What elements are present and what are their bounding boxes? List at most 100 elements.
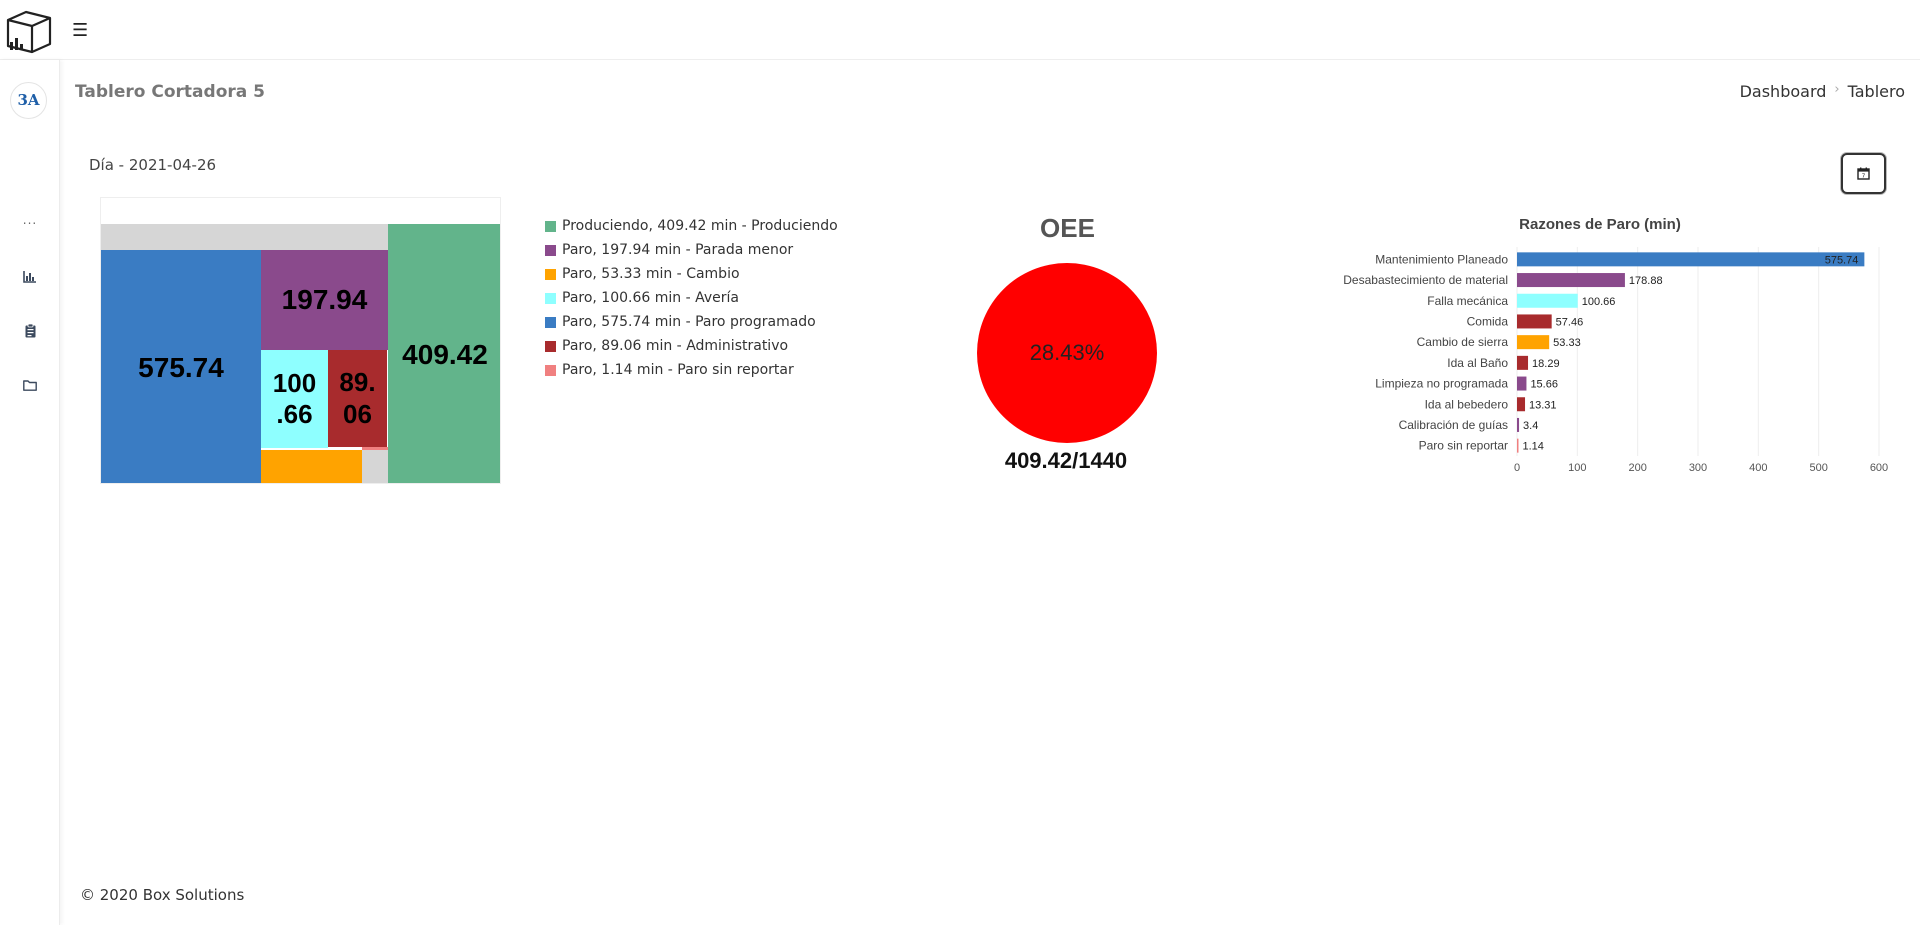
bar-value-label: 1.14 bbox=[1523, 441, 1544, 453]
x-tick-label: 300 bbox=[1689, 462, 1707, 474]
clipboard-icon bbox=[25, 324, 35, 338]
more-dots: ... bbox=[22, 213, 38, 227]
legend-text: Paro, 53.33 min - Cambio bbox=[562, 266, 740, 282]
legend-item[interactable]: Paro, 1.14 min - Paro sin reportar bbox=[545, 358, 845, 382]
treemap-tile-paro-programado[interactable]: 575.74 bbox=[101, 250, 261, 483]
treemap-top-gray-band bbox=[101, 224, 388, 250]
sidebar: 3A ... bbox=[0, 60, 60, 925]
bar-value-label: 100.66 bbox=[1582, 296, 1616, 308]
box-logo-icon[interactable] bbox=[4, 8, 54, 54]
breadcrumb-chevron-icon: › bbox=[1834, 82, 1840, 97]
bar[interactable] bbox=[1517, 438, 1519, 453]
legend-item[interactable]: Produciendo, 409.42 min - Produciendo bbox=[545, 214, 845, 238]
treemap-tile-produciendo[interactable]: 409.42 bbox=[388, 224, 500, 483]
legend-item[interactable]: Paro, 89.06 min - Administrativo bbox=[545, 334, 845, 358]
bar-value-label: 57.46 bbox=[1556, 316, 1584, 328]
category-label: Calibración de guías bbox=[1399, 418, 1508, 432]
bar-value-label: 575.74 bbox=[1825, 254, 1859, 266]
breadcrumb-current: Tablero bbox=[1847, 82, 1905, 101]
bar[interactable] bbox=[1517, 417, 1520, 432]
oee-circle: 28.43% bbox=[977, 263, 1157, 443]
avatar-text: 3A bbox=[17, 91, 40, 109]
sidebar-item-files[interactable] bbox=[0, 370, 60, 400]
legend-swatch bbox=[545, 269, 556, 280]
bar[interactable] bbox=[1517, 314, 1552, 329]
treemap-tile-label: 100 .66 bbox=[272, 367, 317, 429]
treemap-tile-label: 575.74 bbox=[138, 351, 224, 383]
breadcrumb: Dashboard › Tablero bbox=[1740, 82, 1905, 101]
legend-text: Paro, 89.06 min - Administrativo bbox=[562, 338, 789, 354]
bar[interactable] bbox=[1517, 252, 1865, 267]
oee-title: OEE bbox=[1040, 213, 1095, 243]
sidebar-item-reports[interactable] bbox=[0, 316, 60, 346]
bar[interactable] bbox=[1517, 355, 1529, 370]
legend-swatch bbox=[545, 341, 556, 352]
category-label: Falla mecánica bbox=[1427, 294, 1508, 308]
treemap-gray-remainder bbox=[362, 450, 388, 483]
footer-copyright: © 2020 Box Solutions bbox=[80, 886, 245, 904]
category-label: Cambio de sierra bbox=[1417, 335, 1509, 349]
category-label: Desabastecimiento de material bbox=[1343, 273, 1508, 287]
x-tick-label: 500 bbox=[1809, 462, 1827, 474]
hamburger-menu-icon[interactable]: ☰ bbox=[72, 20, 88, 41]
x-tick-label: 0 bbox=[1514, 462, 1520, 474]
folder-icon bbox=[23, 379, 37, 391]
legend-swatch bbox=[545, 365, 556, 376]
bar-value-label: 3.4 bbox=[1523, 420, 1538, 432]
sidebar-more[interactable]: ... bbox=[0, 205, 60, 235]
avatar[interactable]: 3A bbox=[10, 82, 47, 119]
bar-value-label: 53.33 bbox=[1553, 337, 1581, 349]
oee-ratio: 409.42/1440 bbox=[1004, 448, 1128, 473]
legend-item[interactable]: Paro, 53.33 min - Cambio bbox=[545, 262, 845, 286]
bar[interactable] bbox=[1517, 335, 1550, 350]
bar[interactable] bbox=[1517, 376, 1527, 391]
bar-value-label: 13.31 bbox=[1529, 399, 1557, 411]
day-label: Día - 2021-04-26 bbox=[89, 156, 217, 174]
stop-reasons-bar-chart: Razones de Paro (min) 0 100 200 300 400 500 600… bbox=[1343, 216, 1888, 474]
treemap-tile-parada-menor[interactable]: 197.94 bbox=[261, 250, 388, 350]
page-title: Tablero Cortadora 5 bbox=[75, 82, 265, 102]
x-tick-label: 400 bbox=[1749, 462, 1767, 474]
bar[interactable] bbox=[1517, 273, 1625, 288]
category-label: Ida al Baño bbox=[1447, 356, 1508, 370]
treemap-legend: Produciendo, 409.42 min - Produciendo Pa… bbox=[545, 214, 845, 382]
category-label: Paro sin reportar bbox=[1419, 439, 1508, 453]
treemap-tile-cambio[interactable] bbox=[261, 450, 362, 483]
category-label: Comida bbox=[1467, 314, 1509, 328]
legend-swatch bbox=[545, 317, 556, 328]
x-tick-label: 600 bbox=[1870, 462, 1888, 474]
top-bar: ☰ bbox=[0, 0, 1920, 60]
legend-swatch bbox=[545, 245, 556, 256]
bar-value-label: 15.66 bbox=[1530, 379, 1558, 391]
category-label: Mantenimiento Planeado bbox=[1375, 252, 1508, 266]
legend-item[interactable]: Paro, 100.66 min - Avería bbox=[545, 286, 845, 310]
legend-swatch bbox=[545, 293, 556, 304]
bar[interactable] bbox=[1517, 397, 1526, 412]
legend-swatch bbox=[545, 221, 556, 232]
x-tick-label: 100 bbox=[1568, 462, 1586, 474]
legend-item[interactable]: Paro, 197.94 min - Parada menor bbox=[545, 238, 845, 262]
x-tick-label: 200 bbox=[1628, 462, 1646, 474]
treemap-tile-label: 89. 06 bbox=[339, 367, 376, 429]
treemap-tile-averia[interactable]: 100 .66 bbox=[261, 350, 328, 448]
category-label: Limpieza no programada bbox=[1375, 377, 1508, 391]
treemap-tile-label: 409.42 bbox=[402, 338, 488, 370]
status-treemap: 575.74 197.94 100 .66 89. 06 409.42 bbox=[100, 197, 501, 484]
legend-item[interactable]: Paro, 575.74 min - Paro programado bbox=[545, 310, 845, 334]
sidebar-item-charts[interactable] bbox=[0, 262, 60, 292]
calendar-button[interactable]: 7 bbox=[1841, 153, 1886, 194]
bar-value-label: 18.29 bbox=[1532, 358, 1560, 370]
legend-text: Paro, 575.74 min - Paro programado bbox=[562, 314, 816, 330]
legend-text: Paro, 1.14 min - Paro sin reportar bbox=[562, 362, 794, 378]
category-label: Ida al bebedero bbox=[1425, 397, 1509, 411]
treemap-tile-administrativo[interactable]: 89. 06 bbox=[328, 350, 387, 447]
bar[interactable] bbox=[1517, 293, 1578, 308]
chart-title: Razones de Paro (min) bbox=[1519, 216, 1681, 233]
legend-text: Paro, 100.66 min - Avería bbox=[562, 290, 739, 306]
svg-text:7: 7 bbox=[1862, 174, 1866, 180]
oee-percent: 28.43% bbox=[1029, 340, 1105, 365]
legend-text: Paro, 197.94 min - Parada menor bbox=[562, 242, 794, 258]
legend-text: Produciendo, 409.42 min - Produciendo bbox=[562, 218, 838, 234]
breadcrumb-dashboard-link[interactable]: Dashboard bbox=[1740, 82, 1827, 101]
treemap-tile-label: 197.94 bbox=[281, 284, 368, 316]
